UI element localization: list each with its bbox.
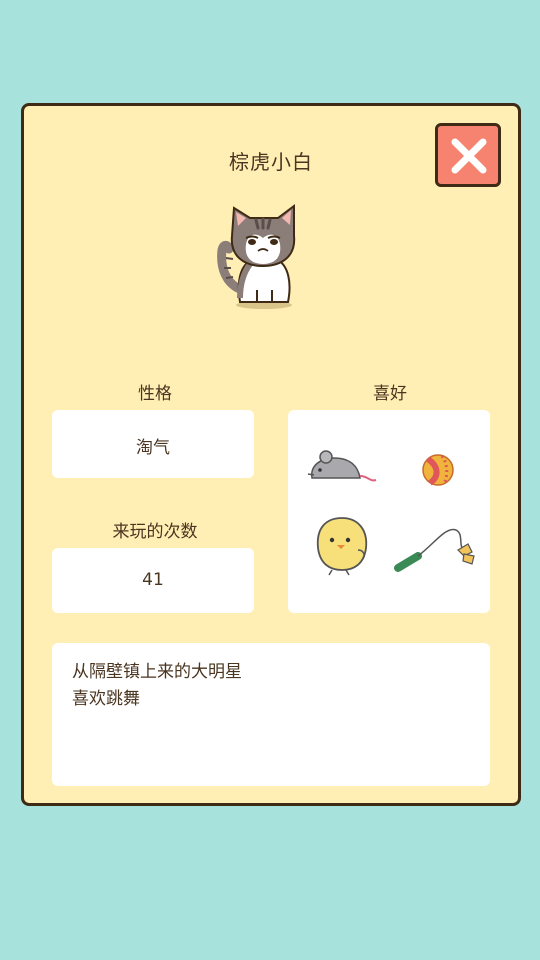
description-text: 从隔壁镇上来的大明星 喜欢跳舞 — [72, 659, 242, 713]
description-line: 从隔壁镇上来的大明星 — [72, 662, 242, 682]
hobbies-label: 喜好 — [373, 384, 407, 404]
chick-toy-icon — [316, 517, 368, 576]
personality-box: 淘气 — [52, 410, 254, 478]
ball-icon — [422, 454, 454, 486]
cat-profile-panel: 棕虎小白 性格 喜好 淘气 来玩的次数 41 从隔壁镇上来的大明星 喜欢跳舞 — [21, 103, 521, 806]
description-line: 喜欢跳舞 — [72, 689, 140, 709]
personality-label: 性格 — [138, 384, 172, 404]
hobbies-box — [288, 410, 490, 613]
cat-name: 棕虎小白 — [229, 150, 313, 174]
mouse-toy-icon — [307, 450, 377, 482]
description-box: 从隔壁镇上来的大明星 喜欢跳舞 — [52, 643, 490, 786]
visits-label: 来玩的次数 — [112, 522, 198, 542]
cat-icon — [217, 204, 296, 309]
visits-box: 41 — [52, 548, 254, 613]
visits-value: 41 — [142, 570, 164, 590]
teaser-wand-icon — [394, 528, 475, 572]
personality-value: 淘气 — [136, 438, 170, 458]
